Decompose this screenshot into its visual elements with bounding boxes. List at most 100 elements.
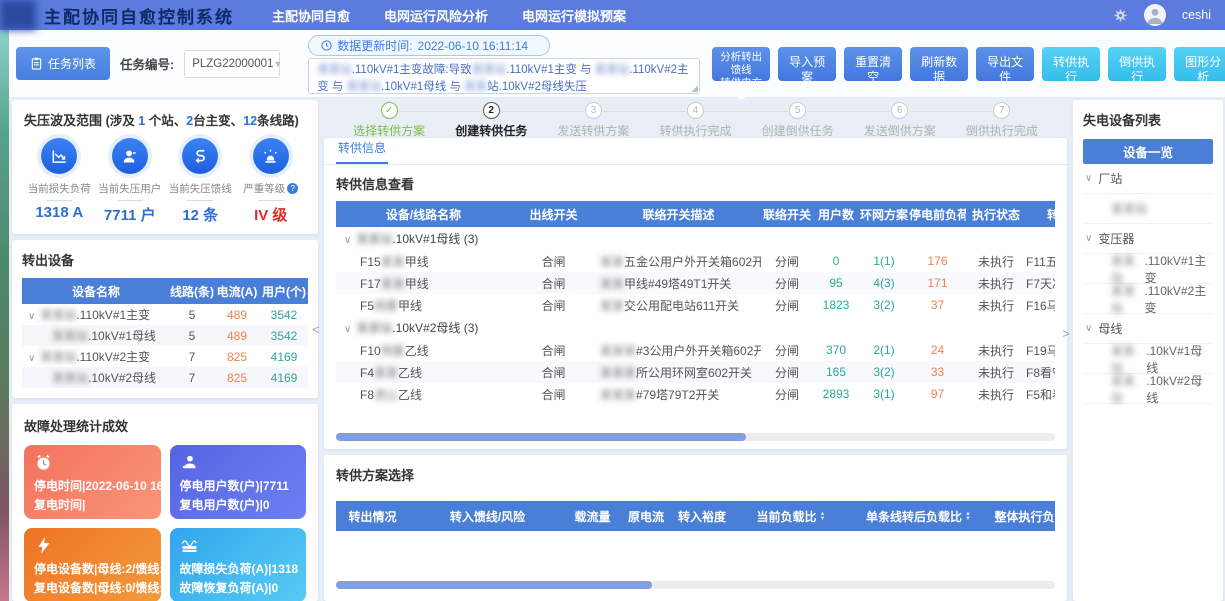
transfer-plan-panel: 转供方案选择 转出情况转入馈线/风险载流量原电流转入裕度当前负载比▲▼单条线转后… [324,455,1067,601]
stat-line-1: 停电设备数|母线:2/馈线:12 [34,560,151,579]
app-root: 主配协同自愈控制系统 主配协同自愈电网运行风险分析电网运行模拟预案 ceshi … [0,0,1225,601]
impact-metric-2: 当前失压用户7711 户 [95,138,166,225]
table-row[interactable]: F17某某甲线合闸某某甲线#49塔49T1开关分闸954(3)171未执行F7天… [336,272,1055,294]
lost-devices-title: 失电设备列表 [1083,110,1213,129]
toolbar-button-3[interactable]: 重置清空 [844,47,902,81]
impact-metric-4: 严重等级?IV 级 [236,138,307,225]
step-label: 创建转供任务 [440,122,542,139]
toolbar-button-4[interactable]: 刷新数据 [910,47,968,81]
exec-status-cell: 未执行 [966,339,1026,361]
sort-icon[interactable]: ▲▼ [820,512,826,522]
data-update-time: 数据更新时间:2022-06-10 16:11:14 [308,35,550,56]
task-no-select[interactable]: PLZG22000001 ▼ [184,50,280,78]
tree-group-2[interactable]: ∨ 变压器 [1083,224,1213,254]
toolbar-button-7[interactable]: 倒供执行 [1108,47,1166,81]
tie-switch-cell: 分闸 [761,361,813,383]
tie-switch-desc-cell: 某某交公用配电站611开关 [596,294,761,316]
plan-hscrollbar-thumb[interactable] [336,581,652,589]
caret-down-icon[interactable]: ∨ [1085,233,1092,244]
tree-item[interactable]: 某某站.110kV#1主变 [1083,254,1213,284]
column-header: 设备名称 [22,278,170,304]
settings-gear-icon[interactable] [1113,8,1128,23]
step-label: 发送转供方案 [542,122,644,139]
column-header: 出线开关 [511,201,596,227]
metric-label: 当前失压馈线 [165,181,236,196]
app-logo [0,0,36,30]
tab-transfer-info[interactable]: 转供信息 [336,139,388,164]
nav-item-3[interactable]: 电网运行模拟预案 [522,6,626,25]
nav-item-1[interactable]: 主配协同自愈 [272,6,350,25]
pre-outage-load-cell: 171 [909,272,966,294]
toolbar-button-2[interactable]: 导入预案 [778,47,836,81]
info-hscrollbar-thumb[interactable] [336,433,746,441]
table-row[interactable]: ∨某某站.110kV#2主变78254169 [22,346,308,367]
caret-down-icon[interactable]: ∨ [28,353,35,364]
table-row[interactable]: F8虎山乙线合闸某某某#79塔79T2开关分闸28933(1)97未执行F5和春 [336,383,1055,405]
caret-down-icon[interactable]: ∨ [344,324,351,335]
column-header[interactable]: 整体执行负载比▲▼ [986,501,1055,531]
tie-switch-cell: 分闸 [761,339,813,361]
tree-item[interactable]: 某某站 [1083,194,1213,224]
group-row[interactable]: ∨某某站.10kV#1母线 (3) [336,227,1055,250]
user-avatar[interactable] [1144,4,1166,26]
table-row[interactable]: 某某站.10kV#2母线78254169 [22,367,308,388]
step-6: 6发送倒供方案 [849,102,951,138]
help-icon[interactable]: ? [287,183,298,194]
load-icon [180,536,297,556]
fault-description-input[interactable]: 某某站.110kV#1主变故障:导致某某站.110kV#1主变 与 某某站.11… [308,58,700,94]
toolbar-button-6[interactable]: 转供执行 [1042,47,1100,81]
pre-outage-load-cell: 37 [909,294,966,316]
stat-card-1: 停电时间|2022-06-10 16:11复电时间| [24,445,161,519]
device-overview-header[interactable]: 设备一览 [1083,139,1213,164]
clock-icon [34,453,151,473]
collapse-left-icon[interactable]: < [312,322,320,337]
target-feeder-cell: F8看守 [1026,361,1055,383]
table-row[interactable]: F5网夏甲线合闸某某交公用配电站611开关分闸18233(2)37未执行F16马… [336,294,1055,316]
out-switch-cell: 合闸 [511,294,596,316]
tree-item[interactable]: 某某站.10kV#2母线 [1083,374,1213,404]
tie-switch-desc-cell: 某某甲线#49塔49T1开关 [596,272,761,294]
tree-group-1[interactable]: ∨厂站 [1083,164,1213,194]
group-row[interactable]: ∨某某站.10kV#2母线 (3) [336,316,1055,339]
tree-group-3[interactable]: ∨母线 [1083,314,1213,344]
step-circle: 3 [585,102,602,119]
plan-hscrollbar [336,581,1055,589]
impact-metric-1: 当前损失负荷1318 A [24,138,95,225]
nav-item-2[interactable]: 电网运行风险分析 [384,6,488,25]
metric-label: 当前失压用户 [95,181,166,196]
toolbar-button-5[interactable]: 导出文件 [976,47,1034,81]
tie-switch-cell: 分闸 [761,272,813,294]
table-row[interactable]: F10网夏乙线合闸某某某#3公用户外开关箱602开关分闸3702(1)24未执行… [336,339,1055,361]
users-cell: 95 [813,272,859,294]
table-row[interactable]: 某某站.10kV#1母线54893542 [22,325,308,346]
column-header: 停电前负荷 [909,201,966,227]
toolbar-button-1[interactable]: 分析转出馈线 转供电方案 [712,47,770,81]
toolbar-button-8[interactable]: 图形分析 [1174,47,1225,81]
toolbar-actions: 分析转出馈线 转供电方案导入预案重置清空刷新数据导出文件转供执行倒供执行图形分析 [712,47,1225,81]
table-row[interactable]: F4某某乙线合闸某某某所公用环网室602开关分闸1653(2)33未执行F8看守 [336,361,1055,383]
task-list-button[interactable]: 任务列表 [16,47,110,80]
column-header[interactable]: 单条线转后负载比▲▼ [851,501,986,531]
caret-down-icon[interactable]: ∨ [1085,173,1092,184]
lines-cell: 5 [170,304,214,325]
current-cell: 489 [214,325,260,346]
tie-switch-desc-cell: 某某五金公用户外开关箱602开关 [596,250,761,272]
ring-plan-cell: 3(1) [859,383,909,405]
caret-down-icon[interactable]: ∨ [344,235,351,246]
fault-stats-title: 故障处理统计成效 [24,416,306,435]
tree-item[interactable]: 某某站.10kV#1母线 [1083,344,1213,374]
stat-line-2: 复电用户数(户)|0 [180,496,297,515]
expand-right-icon[interactable]: > [1062,326,1070,341]
tree-group-label: 变压器 [1098,230,1134,247]
app-title: 主配协同自愈控制系统 [44,3,234,28]
feeder-name-cell: F15某某甲线 [336,250,511,272]
table-row[interactable]: F15某某甲线合闸某某五金公用户外开关箱602开关分闸01(1)176未执行F1… [336,250,1055,272]
column-header[interactable]: 当前负载比▲▼ [731,501,851,531]
impact-title-row: 失压波及范围 (涉及 1 个站、2台主变、12条线路) [24,110,306,129]
sort-icon[interactable]: ▲▼ [965,512,971,522]
caret-down-icon[interactable]: ∨ [1085,323,1092,334]
table-row[interactable]: ∨某某站.110kV#1主变54893542 [22,304,308,325]
caret-down-icon[interactable]: ∨ [28,311,35,322]
metric-divider [117,200,143,201]
tree-item[interactable]: 某某站.110kV#2主变 [1083,284,1213,314]
